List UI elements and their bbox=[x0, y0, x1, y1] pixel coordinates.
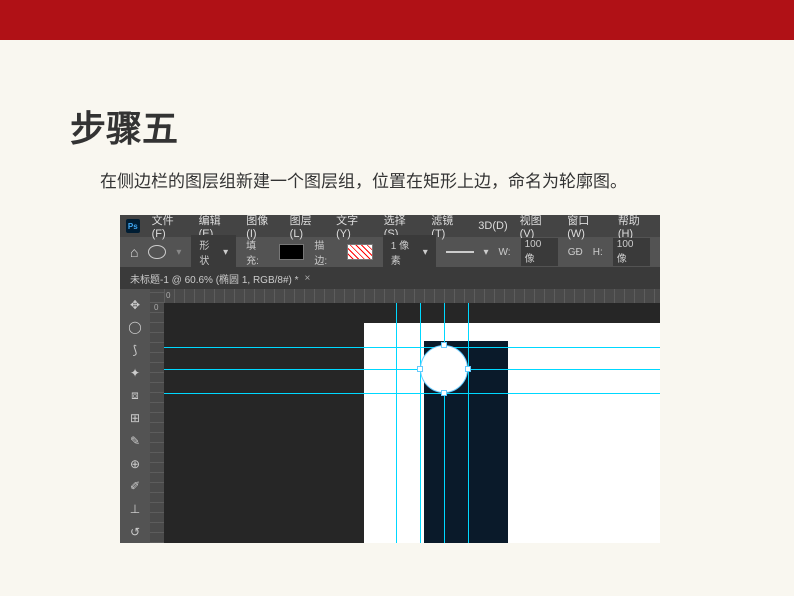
menu-window[interactable]: 窗口(W) bbox=[567, 215, 606, 240]
tab-title: 未标题-1 @ 60.6% (椭圆 1, RGB/8#) * bbox=[130, 271, 299, 286]
menu-file[interactable]: 文件(F) bbox=[152, 215, 187, 240]
canvas-stage bbox=[164, 303, 660, 543]
guide-vertical[interactable] bbox=[468, 303, 469, 543]
stroke-label: 描边: bbox=[314, 237, 337, 267]
guide-horizontal[interactable] bbox=[164, 347, 660, 348]
height-label: H: bbox=[593, 247, 603, 258]
ellipse-tool-icon[interactable] bbox=[148, 245, 166, 259]
vertical-ruler[interactable]: 0 bbox=[150, 289, 164, 543]
fill-swatch[interactable] bbox=[279, 244, 305, 260]
slide-description: 在侧边栏的图层组新建一个图层组，位置在矩形上边，命名为轮廓图。 bbox=[100, 168, 724, 195]
home-icon[interactable]: ⌂ bbox=[130, 244, 138, 260]
photoshop-window: Ps 文件(F) 编辑(E) 图像(I) 图层(L) 文字(Y) 选择(S) 滤… bbox=[120, 215, 660, 543]
height-input[interactable]: 100 像 bbox=[613, 238, 650, 266]
stroke-width-dropdown[interactable]: 1 像素▾ bbox=[383, 235, 436, 269]
width-input[interactable]: 100 像 bbox=[521, 238, 558, 266]
ps-logo-icon: Ps bbox=[126, 219, 140, 233]
guide-horizontal[interactable] bbox=[164, 369, 660, 370]
brush-tool-icon[interactable]: ✐ bbox=[123, 476, 147, 497]
menu-3d[interactable]: 3D(D) bbox=[478, 220, 507, 232]
stroke-style-icon[interactable] bbox=[446, 251, 474, 253]
transform-handle[interactable] bbox=[441, 342, 447, 348]
artboard bbox=[364, 323, 660, 543]
healing-tool-icon[interactable]: ⊕ bbox=[123, 453, 147, 474]
menu-filter[interactable]: 滤镜(T) bbox=[431, 215, 466, 240]
options-bar: ⌂ ▾ 形状▾ 填充: 描边: 1 像素▾ ▾ W: 100 像 GĐ H: 1… bbox=[120, 237, 660, 267]
ellipse-shape[interactable] bbox=[420, 345, 468, 393]
transform-handle[interactable] bbox=[441, 390, 447, 396]
horizontal-ruler[interactable]: 0 bbox=[164, 289, 660, 303]
frame-tool-icon[interactable]: ⊞ bbox=[123, 408, 147, 429]
workspace: ✥ ◯ ⟆ ✦ ⧈ ⊞ ✎ ⊕ ✐ ⊥ ↺ 0 0 bbox=[120, 289, 660, 543]
menu-help[interactable]: 帮助(H) bbox=[618, 215, 654, 240]
crop-tool-icon[interactable]: ⧈ bbox=[123, 385, 147, 406]
canvas-area[interactable]: 0 0 bbox=[150, 289, 660, 543]
document-tab-bar: 未标题-1 @ 60.6% (椭圆 1, RGB/8#) * × bbox=[120, 267, 660, 289]
shape-mode-dropdown[interactable]: 形状▾ bbox=[191, 235, 236, 269]
guide-horizontal[interactable] bbox=[164, 393, 660, 394]
slide-content: 步骤五 在侧边栏的图层组新建一个图层组，位置在矩形上边，命名为轮廓图。 Ps 文… bbox=[0, 40, 794, 543]
guide-vertical[interactable] bbox=[396, 303, 397, 543]
close-icon[interactable]: × bbox=[305, 273, 311, 284]
toolbox: ✥ ◯ ⟆ ✦ ⧈ ⊞ ✎ ⊕ ✐ ⊥ ↺ bbox=[120, 289, 150, 543]
stamp-tool-icon[interactable]: ⊥ bbox=[123, 499, 147, 520]
transform-handle[interactable] bbox=[465, 366, 471, 372]
guide-vertical[interactable] bbox=[444, 303, 445, 543]
eyedropper-tool-icon[interactable]: ✎ bbox=[123, 431, 147, 452]
marquee-tool-icon[interactable]: ◯ bbox=[123, 317, 147, 338]
menu-type[interactable]: 文字(Y) bbox=[336, 215, 372, 240]
history-brush-tool-icon[interactable]: ↺ bbox=[123, 522, 147, 543]
menu-bar: Ps 文件(F) 编辑(E) 图像(I) 图层(L) 文字(Y) 选择(S) 滤… bbox=[120, 215, 660, 237]
slide-header-bar bbox=[0, 0, 794, 40]
stroke-swatch[interactable] bbox=[347, 244, 373, 260]
guide-vertical[interactable] bbox=[420, 303, 421, 543]
wand-tool-icon[interactable]: ✦ bbox=[123, 362, 147, 383]
link-icon[interactable]: GĐ bbox=[568, 247, 583, 258]
fill-label: 填充: bbox=[246, 237, 269, 267]
menu-view[interactable]: 视图(V) bbox=[520, 215, 556, 240]
transform-handle[interactable] bbox=[417, 366, 423, 372]
width-label: W: bbox=[499, 247, 511, 258]
document-tab[interactable]: 未标题-1 @ 60.6% (椭圆 1, RGB/8#) * × bbox=[120, 271, 320, 286]
move-tool-icon[interactable]: ✥ bbox=[123, 294, 147, 315]
slide-title: 步骤五 bbox=[70, 100, 724, 152]
lasso-tool-icon[interactable]: ⟆ bbox=[123, 340, 147, 361]
